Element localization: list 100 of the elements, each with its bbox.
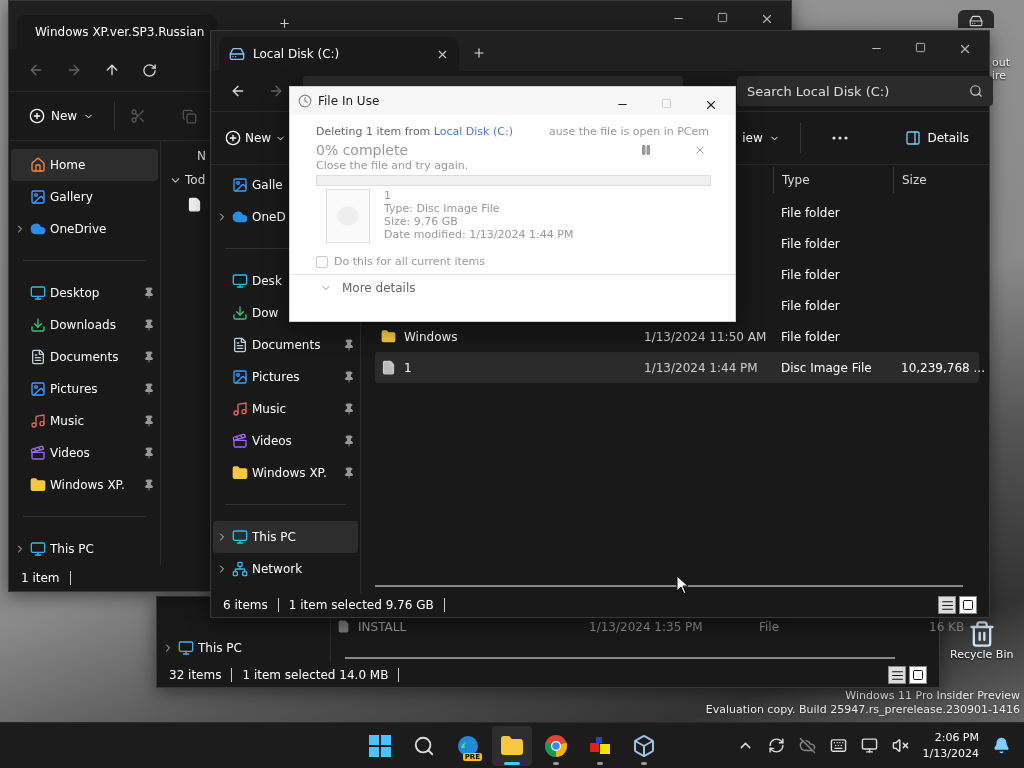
document-icon <box>232 337 248 353</box>
file-icon[interactable] <box>187 197 202 212</box>
table-cell-text: 1/13/2024 11:50 AM <box>643 329 767 344</box>
monitor-icon <box>178 640 194 656</box>
app-shortcut-icon[interactable] <box>958 10 994 28</box>
column-header[interactable]: Size <box>893 167 971 193</box>
clock-time[interactable]: 2:06 PM <box>934 729 979 746</box>
message-text: ause the file is open in PCem <box>548 125 709 138</box>
music-icon <box>232 401 248 417</box>
sidebar-item[interactable]: Network <box>213 553 358 585</box>
sidebar-item[interactable]: Pictures <box>11 373 158 405</box>
search-field[interactable]: Search Local Disk (C:) <box>737 76 993 106</box>
cube-icon <box>632 733 656 758</box>
recycle-bin-icon[interactable] <box>967 620 996 648</box>
sidebar-item[interactable]: This PC <box>11 533 158 565</box>
refresh-icon <box>142 62 157 78</box>
window-tab[interactable]: Local Disk (C:) <box>219 37 459 71</box>
sidebar-item[interactable]: Videos <box>11 437 158 469</box>
maximize-icon <box>717 12 728 23</box>
folder-icon <box>232 465 248 481</box>
sidebar-item[interactable]: This PC <box>159 633 328 663</box>
notification-bell-icon[interactable] <box>993 737 1010 754</box>
table-cell-text: File <box>758 619 780 634</box>
details-button[interactable]: Details <box>897 124 977 152</box>
table-cell-text: 1/13/2024 1:35 PM <box>588 619 703 634</box>
more-icon <box>831 136 848 140</box>
sidebar-item[interactable]: Windows XP. <box>11 469 158 501</box>
clock-icon <box>298 94 312 108</box>
file-icon <box>337 620 350 633</box>
plus-icon <box>472 46 486 60</box>
progress-label: 0% complete <box>316 142 409 158</box>
sidebar-item[interactable]: Music <box>213 393 358 425</box>
shortcut-label: out <box>992 56 1010 69</box>
windows-logo-icon <box>369 734 391 757</box>
new-tab-button[interactable] <box>277 16 292 31</box>
location-link[interactable]: Local Disk (C:) <box>433 125 513 138</box>
shortcut-label: ire <box>992 69 1007 82</box>
more-details-button[interactable]: More details <box>316 275 709 301</box>
monitor-icon <box>30 541 46 557</box>
maximize-icon <box>915 42 926 53</box>
folder-icon <box>500 733 524 758</box>
table-cell-text: INSTALL <box>357 619 407 634</box>
sidebar-item[interactable]: Windows XP. <box>213 457 358 489</box>
table-cell-text: Disc Image File <box>780 360 872 375</box>
sidebar-item[interactable]: OneDrive <box>11 213 158 245</box>
new-button[interactable]: New <box>21 102 103 130</box>
square-icon <box>962 599 974 611</box>
sync-icon[interactable] <box>767 737 785 754</box>
close-icon <box>704 98 718 112</box>
sidebar-item[interactable]: Documents <box>213 329 358 361</box>
volume-muted-icon[interactable] <box>891 737 909 754</box>
checkbox[interactable] <box>316 255 328 268</box>
sidebar-item[interactable]: Gallery <box>11 181 158 213</box>
cloud-icon <box>30 221 46 237</box>
cloud-icon <box>232 209 248 225</box>
video-icon <box>30 445 46 461</box>
picture-icon <box>30 381 46 397</box>
table-cell-text: File folder <box>780 298 840 313</box>
sidebar-item[interactable]: Pictures <box>213 361 358 393</box>
group-header[interactable]: Tod <box>185 173 206 187</box>
sidebar-item[interactable]: Music <box>11 405 158 437</box>
details-view-button[interactable] <box>888 666 906 684</box>
build-watermark-text: Evaluation copy. Build 25947.rs_prerelease.230901-1416 <box>705 703 1020 717</box>
scissors-icon <box>130 108 147 124</box>
taskbar-app-button[interactable] <box>492 725 532 766</box>
sidebar-item[interactable]: This PC <box>213 521 358 553</box>
column-header[interactable]: N <box>197 149 206 163</box>
download-icon <box>232 305 248 321</box>
plus-circle-icon <box>29 108 45 124</box>
column-header[interactable]: Type <box>773 167 893 193</box>
recycle-bin-label: Recycle Bin <box>950 648 1014 661</box>
scrollbar-thumb[interactable] <box>345 657 895 659</box>
file-name: 1 <box>384 189 392 202</box>
table-cell-text: 16 KB <box>928 619 965 634</box>
mouse-cursor-icon <box>676 575 690 595</box>
view-button[interactable]: iew <box>742 125 788 151</box>
drive-icon <box>229 46 245 62</box>
tiles-view-button[interactable] <box>959 596 977 614</box>
tiles-view-button[interactable] <box>909 666 927 684</box>
status-text: 1 item selected 14.0 MB <box>242 668 389 682</box>
arrow-right-icon <box>268 83 284 99</box>
sidebar-item[interactable]: Downloads <box>11 309 158 341</box>
download-icon <box>30 317 46 333</box>
status-text: 1 item selected 9.76 GB <box>288 598 434 612</box>
file-row[interactable]: Windows 1/13/2024 11:50 AM File folder <box>375 321 979 352</box>
file-icon <box>381 360 396 375</box>
sidebar-item[interactable]: Documents <box>11 341 158 373</box>
sidebar-item[interactable]: Desktop <box>11 277 158 309</box>
sidebar-item[interactable]: Videos <box>213 425 358 457</box>
sidebar-item[interactable]: Home <box>11 149 158 181</box>
keyboard-icon[interactable] <box>829 737 847 754</box>
clock-date[interactable]: 1/13/2024 <box>922 745 979 762</box>
cloud-off-icon[interactable] <box>798 737 816 754</box>
window-tab[interactable]: Windows XP.ver.SP3.Russian <box>17 15 217 49</box>
close-icon <box>694 144 706 156</box>
details-view-button[interactable] <box>938 596 956 614</box>
panel-icon <box>905 130 922 146</box>
monitor-icon <box>232 273 248 289</box>
status-message: Deleting 1 item from Local Disk (C:) <box>316 125 513 138</box>
scrollbar-thumb[interactable] <box>375 585 963 587</box>
